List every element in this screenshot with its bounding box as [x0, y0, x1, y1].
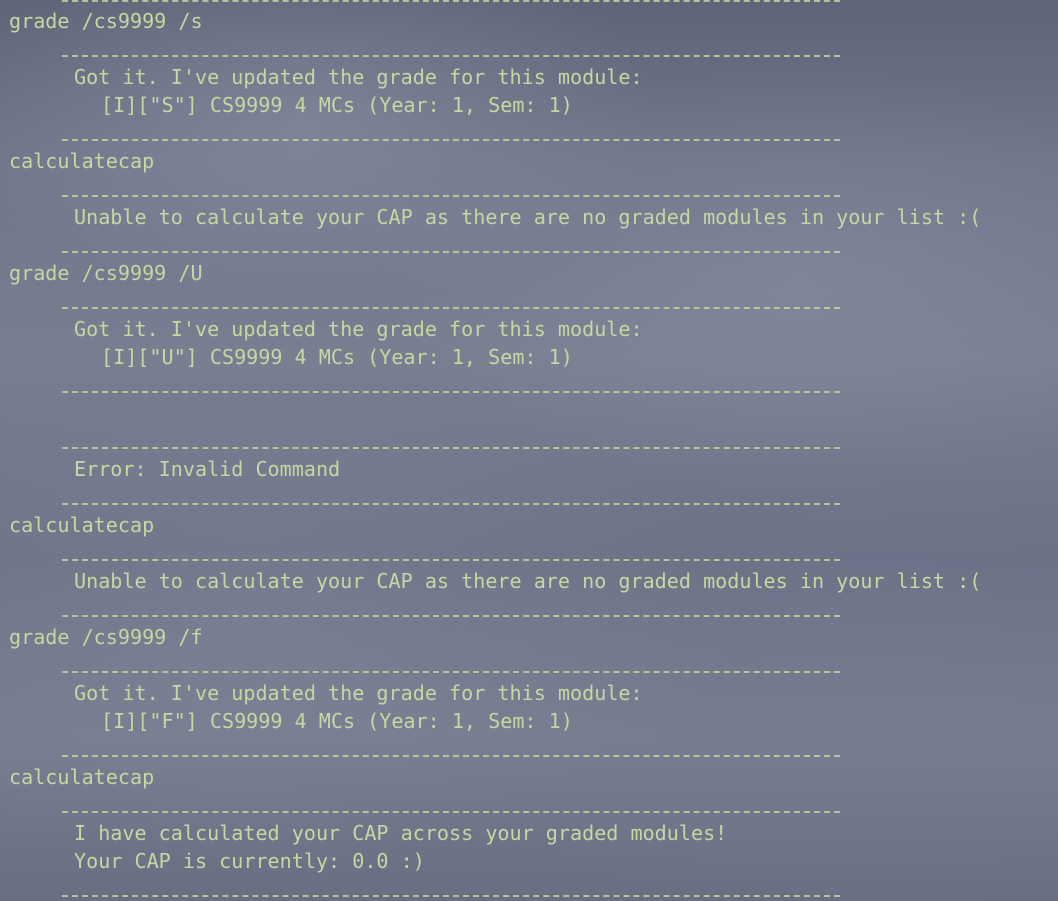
separator-line: [62, 615, 840, 617]
separator-line: [62, 391, 840, 393]
response-detail-line: [I]["U"] CS9999 4 MCs (Year: 1, Sem: 1): [101, 345, 573, 369]
response-line: Unable to calculate your CAP as there ar…: [74, 205, 982, 229]
separator-line: [62, 139, 840, 141]
response-detail-line: [I]["S"] CS9999 4 MCs (Year: 1, Sem: 1): [101, 93, 573, 117]
command-line: calculatecap: [9, 149, 155, 173]
response-line: Got it. I've updated the grade for this …: [74, 681, 643, 705]
error-line: Error: Invalid Command: [74, 457, 341, 481]
separator-line: [62, 55, 840, 57]
separator-line: [62, 895, 840, 897]
response-line: Got it. I've updated the grade for this …: [74, 65, 643, 89]
command-line: grade /cs9999 /f: [9, 625, 203, 649]
response-line: Unable to calculate your CAP as there ar…: [74, 569, 982, 593]
separator-line: [62, 559, 840, 561]
separator-line: [62, 811, 840, 813]
separator-line: [62, 671, 840, 673]
separator-line: [62, 447, 840, 449]
terminal-output[interactable]: grade /cs9999 /s Got it. I've updated th…: [0, 0, 1058, 901]
command-line: grade /cs9999 /U: [9, 261, 203, 285]
response-line: I have calculated your CAP across your g…: [74, 821, 728, 845]
response-detail-line: [I]["F"] CS9999 4 MCs (Year: 1, Sem: 1): [101, 709, 573, 733]
command-line: calculatecap: [9, 513, 155, 537]
separator-line: [62, 307, 840, 309]
command-line: calculatecap: [9, 765, 155, 789]
separator-line: [62, 0, 840, 2]
separator-line: [62, 755, 840, 757]
separator-line: [62, 503, 840, 505]
command-line: grade /cs9999 /s: [9, 9, 203, 33]
separator-line: [62, 195, 840, 197]
cap-result-line: Your CAP is currently: 0.0 :): [74, 849, 425, 873]
separator-line: [62, 251, 840, 253]
response-line: Got it. I've updated the grade for this …: [74, 317, 643, 341]
